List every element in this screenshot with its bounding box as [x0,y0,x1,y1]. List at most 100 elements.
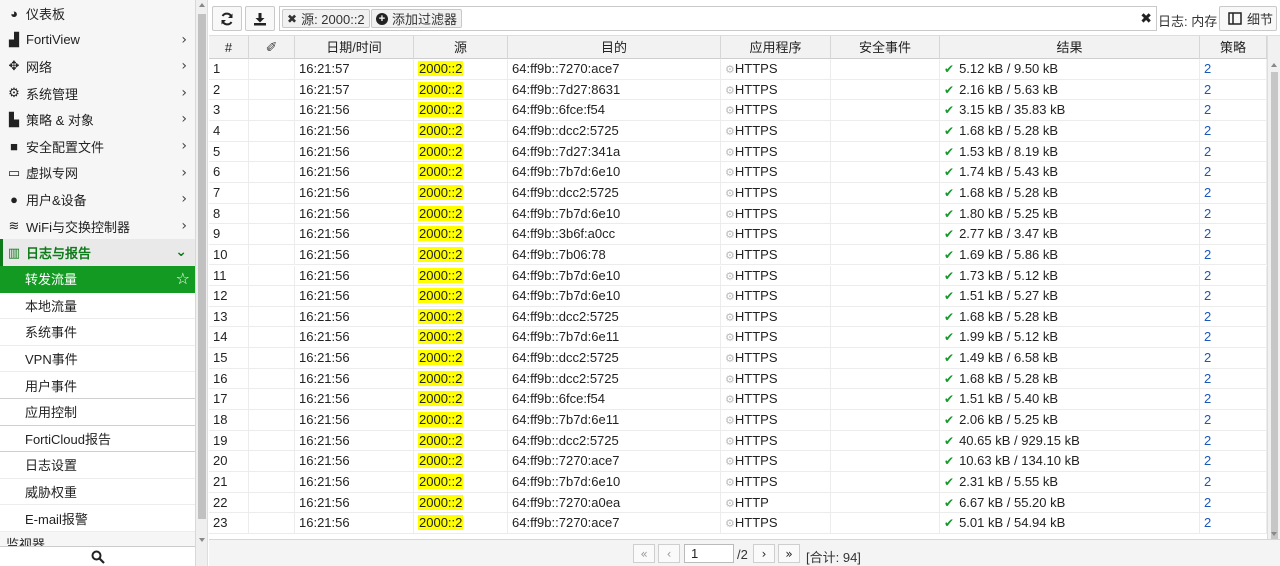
sidebar-subitem-8[interactable]: 威胁权重 [0,478,195,506]
cell-policy[interactable]: 2 [1200,410,1267,431]
table-row[interactable]: 20 16:21:56 2000::2 64:ff9b::7270:ace7 ⚙HTTP… [209,451,1267,472]
cell-policy[interactable]: 2 [1200,286,1267,307]
cell-policy[interactable]: 2 [1200,265,1267,287]
cell-policy[interactable]: 2 [1200,306,1267,328]
table-row[interactable]: 4 16:21:56 2000::2 64:ff9b::dcc2:5725 ⚙HTTPS… [209,120,1267,142]
cell-policy[interactable]: 2 [1200,141,1267,163]
row-policy-link[interactable]: 2 [1204,102,1211,117]
table-row[interactable]: 21 16:21:56 2000::2 64:ff9b::7b7d:6e10 ⚙HTTP… [209,472,1267,493]
row-policy-link[interactable]: 2 [1204,391,1211,406]
row-policy-link[interactable]: 2 [1204,164,1211,179]
table-row[interactable]: 15 16:21:56 2000::2 64:ff9b::dcc2:5725 ⚙HTTP… [209,348,1267,369]
cell-policy[interactable]: 2 [1200,492,1267,514]
row-policy-link[interactable]: 2 [1204,495,1211,510]
table-scrollbar[interactable] [1267,36,1280,542]
row-policy-link[interactable]: 2 [1204,144,1211,159]
row-policy-link[interactable]: 2 [1204,515,1211,530]
sidebar-item-log-report[interactable]: ▥ 日志与报告 ⌄ [0,239,195,266]
table-row[interactable]: 11 16:21:56 2000::2 64:ff9b::7b7d:6e10 ⚙HTTP… [209,265,1267,287]
cell-policy[interactable]: 2 [1200,430,1267,452]
table-row[interactable]: 14 16:21:56 2000::2 64:ff9b::7b7d:6e11 ⚙HTTP… [209,327,1267,349]
table-row[interactable]: 1 16:21:57 2000::2 64:ff9b::7270:ace7 ⚙HTTPS… [209,59,1267,80]
table-row[interactable]: 22 16:21:56 2000::2 64:ff9b::7270:a0ea ⚙HTTP… [209,492,1267,514]
cell-policy[interactable]: 2 [1200,59,1267,80]
sidebar-item-6[interactable]: ▭ 虚拟专网 › [0,160,195,187]
column-header-7[interactable]: 结果 [940,36,1200,59]
row-policy-link[interactable]: 2 [1204,371,1211,386]
row-policy-link[interactable]: 2 [1204,226,1211,241]
row-policy-link[interactable]: 2 [1204,350,1211,365]
cell-policy[interactable]: 2 [1200,389,1267,411]
sidebar-item-0[interactable]: ◕ 仪表板 [0,0,195,27]
refresh-button[interactable] [212,6,242,31]
row-policy-link[interactable]: 2 [1204,329,1211,344]
table-row[interactable]: 16 16:21:56 2000::2 64:ff9b::dcc2:5725 ⚙HTTP… [209,368,1267,390]
table-row[interactable]: 3 16:21:56 2000::2 64:ff9b::6fce:f54 ⚙HTTPS ✔… [209,100,1267,121]
download-button[interactable] [245,6,275,31]
cell-policy[interactable]: 2 [1200,244,1267,266]
page-number-input[interactable]: 1 [684,544,734,563]
column-header-4[interactable]: 目的 [508,36,721,59]
filter-bar[interactable]: ✖ 源: 2000::2 + 添加过滤器 ✖ [279,6,1157,31]
sidebar-subitem-3[interactable]: VPN事件 [0,345,195,373]
table-row[interactable]: 5 16:21:56 2000::2 64:ff9b::7d27:341a ⚙HTTPS… [209,141,1267,163]
table-row[interactable]: 9 16:21:56 2000::2 64:ff9b::3b6f:a0cc ⚙HTTPS… [209,224,1267,245]
column-header-8[interactable]: 策略 [1200,36,1267,59]
cell-policy[interactable]: 2 [1200,79,1267,101]
sidebar-subitem-2[interactable]: 系统事件 [0,319,195,346]
table-row[interactable]: 10 16:21:56 2000::2 64:ff9b::7b06:78 ⚙HTTPS ✔… [209,244,1267,266]
cell-policy[interactable]: 2 [1200,120,1267,142]
details-button[interactable]: 细节 [1219,6,1277,31]
row-policy-link[interactable]: 2 [1204,206,1211,221]
remove-filter-icon[interactable]: ✖ [287,12,297,26]
column-header-2[interactable]: 日期/时间 [295,36,414,59]
row-policy-link[interactable]: 2 [1204,309,1211,324]
clear-filters-icon[interactable]: ✖ [1140,10,1152,27]
table-row[interactable]: 18 16:21:56 2000::2 64:ff9b::7b7d:6e11 ⚙HTTP… [209,410,1267,431]
table-row[interactable]: 6 16:21:56 2000::2 64:ff9b::7b7d:6e10 ⚙HTTPS… [209,162,1267,183]
cell-policy[interactable]: 2 [1200,162,1267,183]
sidebar-item-4[interactable]: ▙ 策略 & 对象 › [0,106,195,133]
table-row[interactable]: 12 16:21:56 2000::2 64:ff9b::7b7d:6e10 ⚙HTTP… [209,286,1267,307]
sidebar-subitem-9[interactable]: E-mail报警 [0,505,195,532]
sidebar-subitem-4[interactable]: 用户事件 [0,372,195,399]
table-row[interactable]: 13 16:21:56 2000::2 64:ff9b::dcc2:5725 ⚙HTTP… [209,306,1267,328]
row-policy-link[interactable]: 2 [1204,247,1211,262]
row-policy-link[interactable]: 2 [1204,185,1211,200]
table-row[interactable]: 7 16:21:56 2000::2 64:ff9b::dcc2:5725 ⚙HTTPS… [209,182,1267,204]
next-page-button[interactable]: › [753,544,775,563]
sidebar-item-monitor[interactable]: 监视器 [0,532,195,546]
first-page-button[interactable]: « [633,544,655,563]
sidebar-item-7[interactable]: ● 用户&设备 › [0,186,195,213]
table-scroll-thumb[interactable] [1271,72,1278,542]
sidebar-item-8[interactable]: ≋ WiFi与交换控制器 › [0,213,195,240]
sidebar-item-1[interactable]: ▟ FortiView › [0,27,195,54]
cell-policy[interactable]: 2 [1200,472,1267,493]
table-row[interactable]: 19 16:21:56 2000::2 64:ff9b::dcc2:5725 ⚙HTTP… [209,430,1267,452]
cell-policy[interactable]: 2 [1200,451,1267,472]
sidebar-subitem-6[interactable]: FortiCloud报告 [0,425,195,453]
log-source-label[interactable]: 日志: 内存 [1158,11,1217,30]
row-policy-link[interactable]: 2 [1204,82,1211,97]
favorite-star-icon[interactable]: ☆ [176,269,190,288]
table-row[interactable]: 2 16:21:57 2000::2 64:ff9b::7d27:8631 ⚙HTTPS… [209,79,1267,101]
sidebar-subitem-0[interactable]: 转发流量 ☆ [0,265,195,293]
sidebar-search-button[interactable] [0,546,195,566]
row-policy-link[interactable]: 2 [1204,61,1211,76]
row-policy-link[interactable]: 2 [1204,453,1211,468]
sidebar-subitem-1[interactable]: 本地流量 [0,292,195,320]
sidebar-item-5[interactable]: ■ 安全配置文件 › [0,133,195,160]
table-row[interactable]: 23 16:21:56 2000::2 64:ff9b::7270:ace7 ⚙HTTP… [209,513,1267,534]
table-row[interactable]: 17 16:21:56 2000::2 64:ff9b::6fce:f54 ⚙HTTPS… [209,389,1267,411]
column-header-6[interactable]: 安全事件 [831,36,940,59]
row-policy-link[interactable]: 2 [1204,433,1211,448]
column-header-3[interactable]: 源 [414,36,508,59]
row-policy-link[interactable]: 2 [1204,474,1211,489]
table-row[interactable]: 8 16:21:56 2000::2 64:ff9b::7b7d:6e10 ⚙HTTPS… [209,203,1267,225]
column-header-0[interactable]: # [209,36,249,59]
cell-policy[interactable]: 2 [1200,182,1267,204]
cell-policy[interactable]: 2 [1200,327,1267,349]
cell-policy[interactable]: 2 [1200,513,1267,534]
add-filter-button[interactable]: + 添加过滤器 [371,9,463,28]
sidebar-subitem-7[interactable]: 日志设置 [0,452,195,479]
